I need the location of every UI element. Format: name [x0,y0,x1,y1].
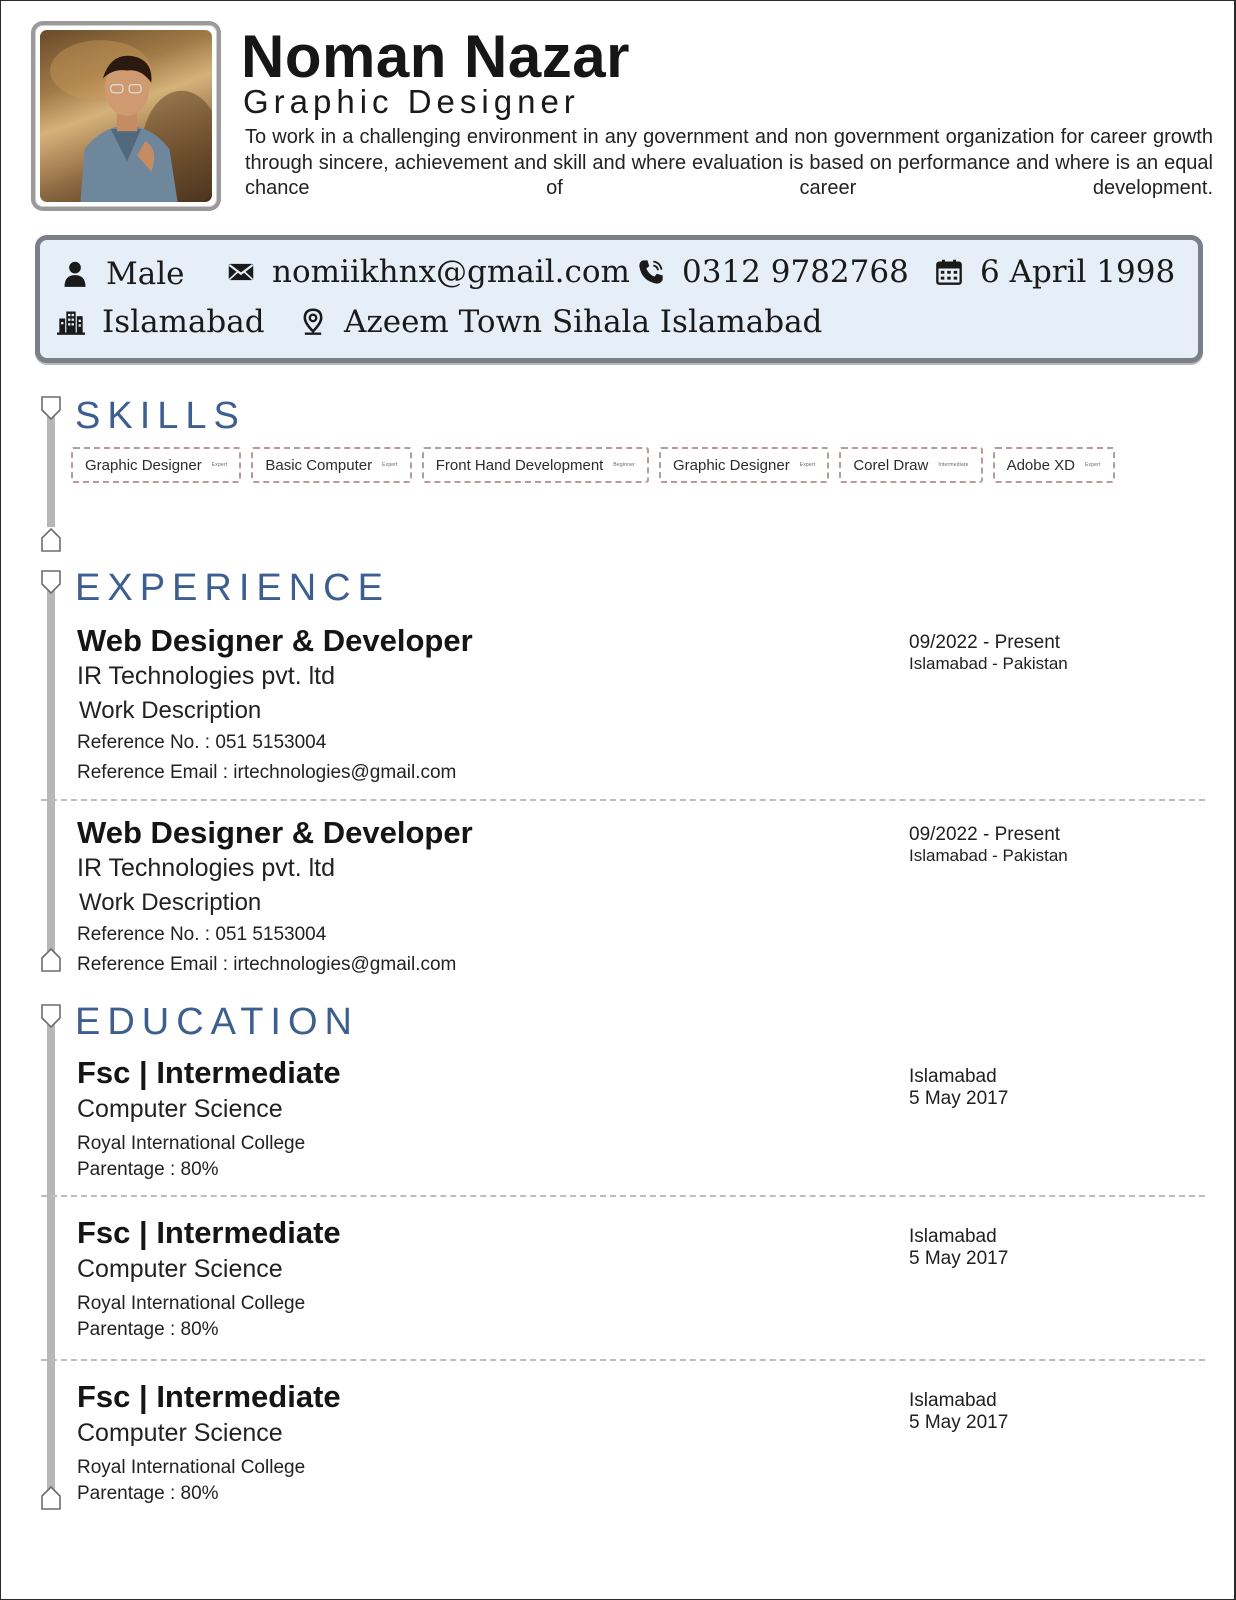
entry-divider [41,799,1205,801]
timeline-rail [47,1017,55,1497]
entry-divider [41,1359,1205,1361]
skill-chip: Front Hand Development Beginner [421,447,649,483]
percentage: Parentage : 80% [77,1483,219,1504]
reference-email: Reference Email : irtechnologies@gmail.c… [77,954,457,975]
institute-name: Royal International College [77,1457,306,1478]
job-period: 09/2022 - Present [909,632,1061,653]
skill-chip: Basic Computer Expert [251,447,412,483]
experience-meta: 09/2022 - Present Islamabad - Pakistan [909,633,1068,672]
degree-title: Fsc | Intermediate [77,1215,341,1250]
skill-level: Intermediate [938,462,969,468]
phone-icon [634,255,668,289]
timeline-node-icon [39,569,63,595]
contact-box: Male nomiikhnx@gmail.com 0312 9782768 6 … [35,235,1203,363]
field-of-study: Computer Science [77,1419,283,1447]
candidate-name: Noman Nazar [241,23,630,90]
skill-chip: Graphic Designer Expert [658,447,830,483]
contact-city: Islamabad [54,304,265,340]
education-city: Islamabad [909,1390,997,1411]
education-city: Islamabad [909,1066,997,1087]
section-title-skills: SKILLS [75,395,246,437]
section-title-education: EDUCATION [75,1001,359,1043]
timeline-rail [47,409,55,527]
education-meta: Islamabad 5 May 2017 [909,1067,1008,1108]
city-icon [54,305,88,339]
timeline-node-icon [39,1485,63,1511]
skill-name: Corel Draw [853,456,929,474]
education-date: 5 May 2017 [909,1088,1009,1109]
profile-photo-frame [31,21,221,211]
experience-meta: 09/2022 - Present Islamabad - Pakistan [909,825,1068,864]
contact-dob: 6 April 1998 [932,254,1175,290]
education-date: 5 May 2017 [909,1248,1009,1269]
skill-chip: Adobe XD Expert [992,447,1115,483]
education-meta: Islamabad 5 May 2017 [909,1391,1008,1432]
email-value: nomiikhnx@gmail.com [272,254,630,290]
job-location: Islamabad - Pakistan [909,846,1068,865]
education-entry: Fsc | Intermediate Computer Science Roya… [77,1381,1207,1511]
skill-name: Adobe XD [1006,456,1075,474]
address-value: Azeem Town Sihala Islamabad [344,304,823,340]
timeline-node-icon [39,527,63,553]
work-description: Work Description [79,697,262,724]
field-of-study: Computer Science [77,1255,283,1283]
experience-entry: Web Designer & Developer IR Technologies… [77,817,1207,977]
contact-gender: Male [58,256,184,292]
envelope-icon [224,255,258,289]
skill-name: Front Hand Development [435,456,604,474]
degree-title: Fsc | Intermediate [77,1379,341,1414]
reference-email: Reference Email : irtechnologies@gmail.c… [77,762,457,783]
section-title-experience: EXPERIENCE [75,567,390,609]
contact-email: nomiikhnx@gmail.com [224,254,630,290]
timeline-node-icon [39,1003,63,1029]
skill-level: Expert [1084,462,1101,468]
education-entry: Fsc | Intermediate Computer Science Roya… [77,1057,1207,1187]
skill-level: Expert [382,462,398,468]
contact-address: Azeem Town Sihala Islamabad [296,304,822,340]
skill-name: Graphic Designer [85,456,202,474]
skill-level: Beginner [613,462,635,468]
timeline-node-icon [39,395,63,421]
resume-page: Noman Nazar Graphic Designer To work in … [0,0,1236,1600]
contact-phone: 0312 9782768 [634,254,909,290]
reference-number: Reference No. : 051 5153004 [77,732,327,753]
reference-number: Reference No. : 051 5153004 [77,924,327,945]
phone-value: 0312 9782768 [682,254,909,290]
skill-chip: Corel Draw Intermediate [839,447,983,483]
institute-name: Royal International College [77,1293,306,1314]
city-value: Islamabad [102,304,265,340]
skill-level: Expert [211,462,228,468]
skill-name: Graphic Designer [672,456,790,474]
experience-entry: Web Designer & Developer IR Technologies… [77,625,1207,785]
career-objective: To work in a challenging environment in … [245,126,1213,199]
entry-divider [41,1195,1205,1197]
user-icon [58,257,92,291]
field-of-study: Computer Science [77,1095,283,1123]
skill-name: Basic Computer [265,456,373,474]
education-city: Islamabad [909,1226,997,1247]
profile-photo [40,30,212,202]
map-pin-icon [296,305,330,339]
dob-value: 6 April 1998 [980,254,1176,290]
education-meta: Islamabad 5 May 2017 [909,1227,1008,1268]
education-date: 5 May 2017 [909,1412,1009,1433]
skills-list: Graphic Designer Expert Basic Computer Exp… [71,447,1131,483]
calendar-icon [932,255,966,289]
degree-title: Fsc | Intermediate [77,1055,341,1090]
job-location: Islamabad - Pakistan [909,654,1068,673]
timeline-node-icon [39,947,63,973]
candidate-title: Graphic Designer [243,83,580,120]
skill-level: Expert [799,462,816,468]
education-entry: Fsc | Intermediate Computer Science Roya… [77,1217,1207,1347]
skill-chip: Graphic Designer Expert [71,447,242,483]
work-description: Work Description [79,889,262,916]
gender-value: Male [106,256,185,292]
timeline-rail [47,583,55,955]
percentage: Parentage : 80% [77,1319,219,1340]
percentage: Parentage : 80% [77,1159,219,1180]
institute-name: Royal International College [77,1133,306,1154]
job-period: 09/2022 - Present [909,824,1061,845]
